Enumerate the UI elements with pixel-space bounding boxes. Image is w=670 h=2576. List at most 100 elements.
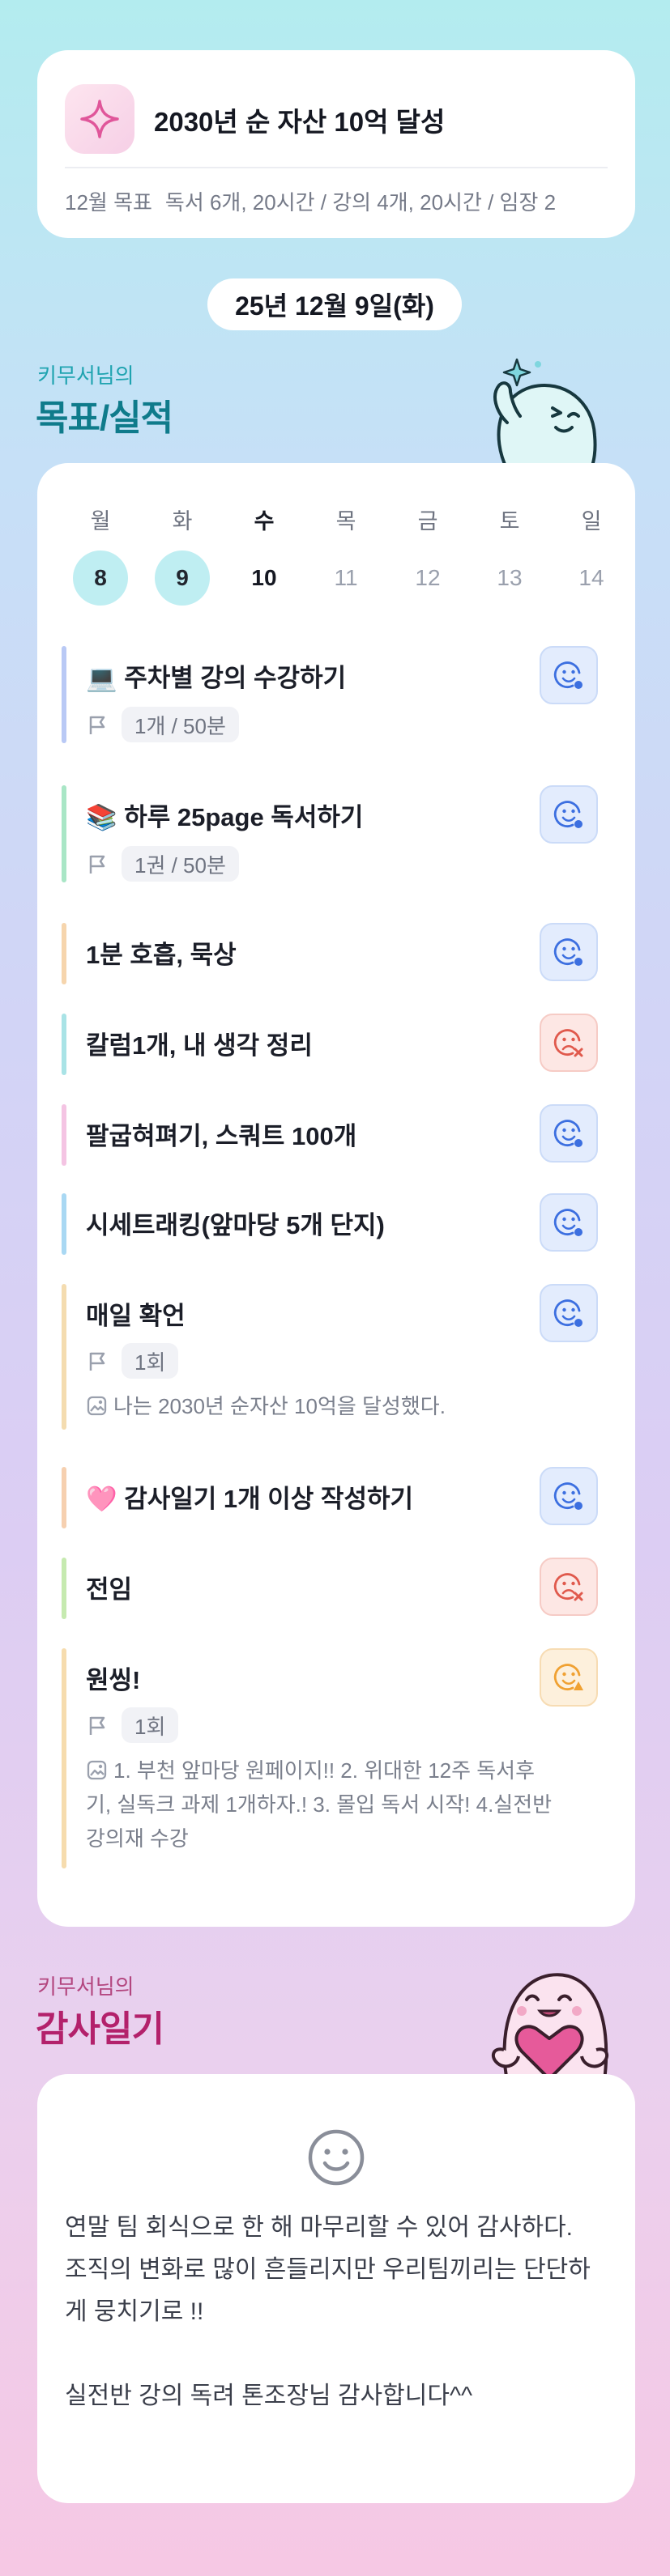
task-color-bar [62, 1014, 66, 1075]
flag-icon [89, 1352, 105, 1371]
mascot-illustration [493, 358, 597, 470]
section-title-diary: 감사일기 [36, 2009, 164, 2049]
task-title: 팔굽혀펴기, 스쿼트 100개 [86, 1122, 357, 1150]
smile-check-icon [553, 661, 583, 689]
day-number: 10 [251, 565, 277, 590]
status-button[interactable] [540, 1284, 598, 1342]
smile-check-icon [553, 1299, 583, 1327]
task-memo: 1. 부천 앞마당 원페이지!! 2. 위대한 12주 독서후기, 실독크 과제… [86, 1753, 556, 1855]
task-meta: 1회 [86, 1342, 179, 1379]
task-title: 전임 [86, 1575, 133, 1604]
task-meta-value: 1회 [122, 1707, 179, 1743]
memo-image-icon [87, 1760, 107, 1780]
task-title: 📚 하루 25page 독서하기 [86, 803, 364, 831]
status-button[interactable] [540, 1104, 598, 1163]
task-meta: 1개 / 50분 [86, 706, 239, 743]
flag-icon [89, 716, 105, 734]
day-name: 토 [499, 509, 520, 533]
task-item[interactable]: 📚 하루 25page 독서하기 1권 / 50분 [62, 785, 611, 882]
task-item[interactable]: 팔굽혀펴기, 스쿼트 100개 [62, 1104, 611, 1166]
face-warning-icon [553, 1664, 583, 1690]
task-meta-value: 1권 / 50분 [122, 846, 239, 882]
status-button[interactable] [540, 923, 598, 981]
task-item[interactable]: 🩷 감사일기 1개 이상 작성하기 [62, 1467, 611, 1528]
day-name: 목 [335, 509, 356, 533]
goal-card[interactable]: 2030년 순 자산 10억 달성 12월 목표 독서 6개, 20시간 / 강의… [37, 50, 635, 238]
task-item[interactable]: 💻 주차별 강의 수강하기 1개 / 50분 [62, 646, 611, 743]
smile-check-icon [553, 801, 583, 828]
day-number: 12 [415, 565, 441, 590]
task-title: 원씽! [86, 1666, 141, 1694]
task-memo-text: 나는 2030년 순자산 10억을 달성했다. [113, 1394, 446, 1418]
status-button[interactable] [540, 1467, 598, 1525]
task-title: 1분 호흡, 묵상 [86, 941, 237, 969]
task-item[interactable]: 전임 [62, 1558, 611, 1619]
week-strip: 월 8 화 9 수 10 목 11 금 12 토 13 일 14 [37, 495, 635, 606]
day-number: 11 [334, 565, 358, 590]
day-name: 수 [254, 509, 275, 533]
task-title: 💻 주차별 강의 수강하기 [86, 664, 347, 692]
divider [65, 167, 608, 168]
smile-check-icon [553, 1482, 583, 1510]
day-number: 13 [497, 565, 523, 590]
task-item[interactable]: 매일 확언 1회 나는 2030년 순자산 10억을 달성했다. [62, 1284, 611, 1430]
smile-face-icon [308, 2129, 365, 2186]
day-number: 9 [155, 550, 210, 606]
section-title-goals: 목표/실적 [36, 398, 173, 438]
goal-tracker-card: 월 8 화 9 수 10 목 11 금 12 토 13 일 14 💻 주차별 강의 수강하기 … [37, 463, 635, 1927]
sad-x-icon [553, 1573, 583, 1601]
memo-image-icon [87, 1396, 107, 1416]
flag-icon [89, 1716, 105, 1735]
task-meta: 1회 [86, 1707, 179, 1744]
task-color-bar [62, 1193, 66, 1255]
task-color-bar [62, 646, 66, 743]
day-number: 8 [73, 550, 128, 606]
task-color-bar [62, 923, 66, 984]
status-button[interactable] [540, 1558, 598, 1616]
monthly-goal-summary: 12월 목표 독서 6개, 20시간 / 강의 4개, 20시간 / 임장 2 [65, 186, 635, 219]
task-item[interactable]: 1분 호흡, 묵상 [62, 923, 611, 984]
day-number: 14 [578, 565, 604, 590]
task-title: 🩷 감사일기 1개 이상 작성하기 [86, 1485, 414, 1513]
monthly-goal-text: 독서 6개, 20시간 / 강의 4개, 20시간 / 임장 2 [164, 190, 557, 215]
day-name: 일 [581, 509, 602, 533]
task-meta: 1권 / 50분 [86, 845, 239, 882]
section-owner-label: 키무서님의 [37, 363, 134, 388]
section-owner-label: 키무서님의 [37, 1975, 134, 1999]
day-name: 월 [90, 509, 111, 533]
task-title: 매일 확언 [86, 1302, 186, 1330]
task-item[interactable]: 시세트래킹(앞마당 5개 단지) [62, 1193, 611, 1255]
task-title: 칼럼1개, 내 생각 정리 [86, 1031, 313, 1060]
day-name: 화 [172, 509, 193, 533]
task-item[interactable]: 원씽! 1회 1. 부천 앞마당 원페이지!! 2. 위대한 12주 독서후기,… [62, 1648, 611, 1868]
goal-title: 2030년 순 자산 10억 달성 [154, 107, 446, 137]
task-color-bar [62, 1104, 66, 1166]
task-meta-value: 1개 / 50분 [122, 707, 239, 742]
sparkle-icon [65, 84, 134, 154]
task-meta-value: 1회 [122, 1343, 179, 1379]
task-color-bar [62, 1558, 66, 1619]
smile-check-icon [553, 1120, 583, 1147]
monthly-goal-label: 12월 목표 [65, 190, 152, 215]
status-button[interactable] [540, 1014, 598, 1072]
diary-text: 연말 팀 회식으로 한 해 마무리할 수 있어 감사하다. 조직의 변화로 많이… [65, 2214, 591, 2409]
day-name: 금 [417, 509, 438, 533]
task-color-bar [62, 1284, 66, 1430]
task-title: 시세트래킹(앞마당 5개 단지) [86, 1211, 385, 1239]
mascot-heart-illustration [491, 1973, 609, 2081]
sad-x-icon [553, 1029, 583, 1057]
task-color-bar [62, 785, 66, 882]
task-color-bar [62, 1467, 66, 1528]
smile-check-icon [553, 1209, 583, 1236]
date-selector[interactable]: 25년 12월 9일(화) [207, 278, 462, 330]
status-button[interactable] [540, 785, 598, 844]
flag-icon [89, 855, 105, 874]
status-button[interactable] [540, 1648, 598, 1707]
gratitude-diary-card[interactable]: 연말 팀 회식으로 한 해 마무리할 수 있어 감사하다. 조직의 변화로 많이… [37, 2074, 635, 2503]
smile-check-icon [553, 938, 583, 966]
status-button[interactable] [540, 1193, 598, 1252]
task-memo: 나는 2030년 순자산 10억을 달성했다. [86, 1389, 556, 1423]
status-button[interactable] [540, 646, 598, 704]
task-memo-text: 1. 부천 앞마당 원페이지!! 2. 위대한 12주 독서후기, 실독크 과제… [86, 1758, 553, 1851]
task-item[interactable]: 칼럼1개, 내 생각 정리 [62, 1014, 611, 1075]
